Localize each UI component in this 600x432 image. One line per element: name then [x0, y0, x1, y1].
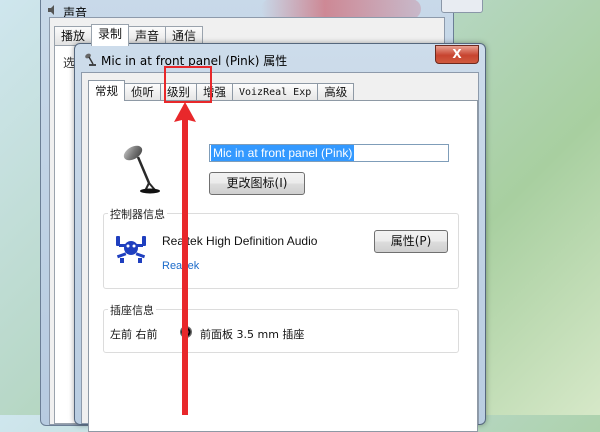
jack-info-legend: 插座信息 [108, 302, 156, 318]
change-icon-button[interactable]: 更改图标(I) [209, 172, 305, 195]
controller-info-legend: 控制器信息 [108, 206, 167, 222]
jack-description: 前面板 3.5 mm 插座 [200, 328, 305, 341]
levels-tab-highlight [164, 66, 212, 103]
tab-advanced[interactable]: 高级 [317, 83, 355, 101]
properties-tabs: 常规 侦听 级别 增强 VoizReal Exp 高级 [88, 79, 355, 101]
mic-properties-dialog: Mic in at front panel (Pink) 属性 X 常规 侦听 … [74, 43, 486, 432]
large-microphone-icon [123, 145, 160, 194]
tab-recording[interactable]: 录制 [91, 24, 130, 46]
dialog-client: 常规 侦听 级别 增强 VoizReal Exp 高级 Mic in at fr… [81, 72, 479, 432]
jack-location: 左前 右前 [110, 328, 158, 341]
tab-general[interactable]: 常规 [88, 80, 125, 101]
speaker-icon [48, 5, 54, 15]
sound-window-close-button[interactable] [441, 0, 483, 13]
tab-listen[interactable]: 侦听 [124, 83, 161, 101]
close-button[interactable]: X [435, 45, 479, 64]
device-name-input[interactable]: Mic in at front panel (Pink) [209, 144, 449, 162]
red-arrow-icon [174, 102, 196, 415]
device-name-value: Mic in at front panel (Pink) [211, 145, 355, 161]
general-panel: Mic in at front panel (Pink) 更改图标(I) 控制器… [88, 100, 478, 432]
controller-properties-button[interactable]: 属性(P) [374, 230, 448, 253]
controller-info-group: 控制器信息 Realtek High Definition Audio Real… [103, 206, 459, 289]
microphone-icon [85, 53, 96, 66]
realtek-crab-icon [116, 236, 146, 263]
jack-info-group: 插座信息 左前 右前 前面板 3.5 mm 插座 [103, 302, 459, 353]
tab-voizreal-exp[interactable]: VoizReal Exp [232, 83, 319, 101]
